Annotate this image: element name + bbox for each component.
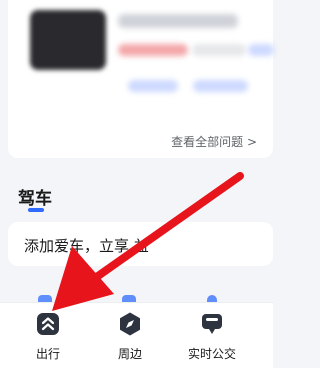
add-car-card[interactable]: 添加爱车，立享 益: [8, 222, 273, 266]
bottom-tab-bar: 出行 周边 实时公交: [0, 302, 273, 368]
blurred-text-line: [118, 44, 188, 56]
bus-icon: [199, 311, 225, 337]
blurred-text-line: [128, 80, 178, 92]
driving-section-title: 驾车: [18, 189, 52, 209]
tab-nearby[interactable]: 周边: [90, 311, 170, 362]
blurred-text-line: [248, 44, 274, 56]
tab-travel[interactable]: 出行: [8, 311, 88, 362]
tab-realtime-bus[interactable]: 实时公交: [172, 311, 252, 362]
view-all-questions-link[interactable]: 查看全部问题 >: [171, 133, 257, 150]
blurred-text-line: [118, 14, 238, 28]
blurred-thumbnail: [30, 10, 106, 70]
compass-icon: [117, 311, 143, 337]
tab-nearby-label: 周边: [117, 347, 142, 361]
tab-realtime-bus-label: 实时公交: [187, 347, 236, 361]
blurred-text-line: [192, 44, 246, 56]
section-title-underline: [28, 208, 44, 212]
tab-travel-label: 出行: [35, 347, 60, 361]
blurred-text-line: [193, 80, 248, 92]
travel-icon: [35, 311, 61, 337]
add-car-text: 添加爱车，立享 益: [24, 237, 149, 255]
faq-card: 查看全部问题 >: [8, 0, 274, 158]
